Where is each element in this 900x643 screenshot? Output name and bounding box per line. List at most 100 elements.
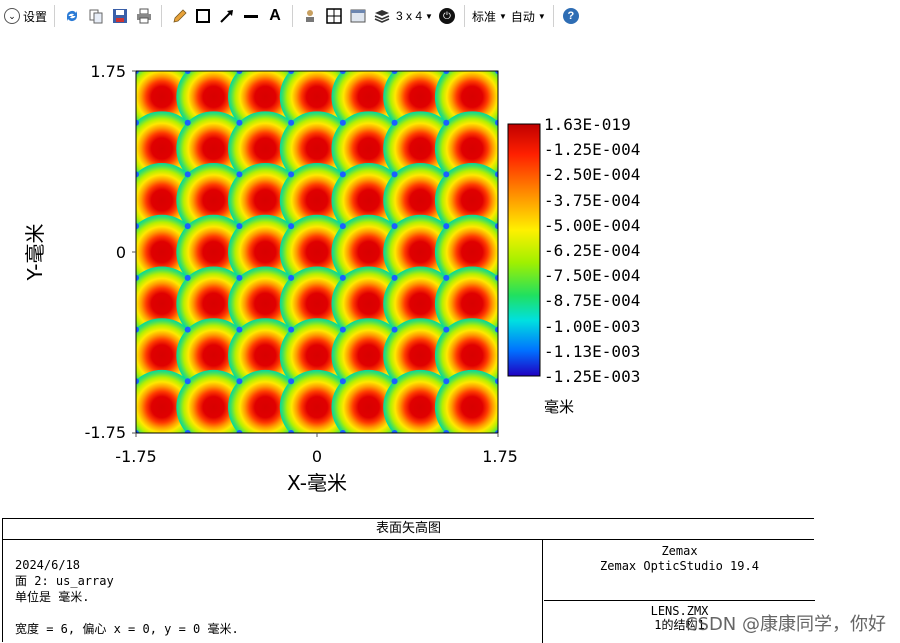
lattice-corner-dot <box>236 378 243 385</box>
lattice-corner-dot <box>443 171 450 178</box>
lattice-corner-dot <box>339 223 346 230</box>
colorbar-unit: 毫米 <box>544 398 574 416</box>
lattice-corner-dot <box>391 274 398 281</box>
colorbar-label: -7.50E-004 <box>544 266 640 285</box>
lattice-corner-dot <box>288 378 295 385</box>
toolbar-separator <box>161 5 163 27</box>
x-axis-title: X-毫米 <box>287 471 347 495</box>
standard-label: 标准 <box>471 9 496 24</box>
info-width: 宽度 = 6, 偏心 x = 0, y = 0 毫米. <box>15 622 239 636</box>
lattice-corner-dot <box>236 326 243 333</box>
lattice-corner-dot <box>236 223 243 230</box>
help-button[interactable]: ? <box>561 5 581 27</box>
lattice-corner-dot <box>339 119 346 126</box>
rectangle-tool-button[interactable] <box>193 5 213 27</box>
arrow-tool-button[interactable] <box>217 5 237 27</box>
standard-dropdown[interactable]: 标准 ▼ <box>472 5 507 27</box>
toolbar: ⌄ 设置 A 3 x 4 ▼ ⏻ 标准 ▼ 自动 ▼ ? <box>0 0 900 32</box>
caret-down-icon: ▼ <box>425 11 433 21</box>
lattice-corner-dot <box>391 378 398 385</box>
pencil-icon <box>173 9 187 23</box>
colorbar-label: -1.25E-004 <box>544 140 640 159</box>
lattice-corner-dot <box>184 378 191 385</box>
caret-down-icon: ▼ <box>537 11 546 21</box>
lattice-corner-dot <box>339 274 346 281</box>
colorbar-label: -8.75E-004 <box>544 291 640 310</box>
save-button[interactable] <box>110 5 130 27</box>
layers-button[interactable] <box>372 5 392 27</box>
lattice-corner-dot <box>339 378 346 385</box>
settings-button[interactable]: ⌄ 设置 <box>4 5 47 27</box>
lattice-corner-dot <box>443 223 450 230</box>
lattice-corner-dot <box>443 274 450 281</box>
lattice-corner-dot <box>184 119 191 126</box>
lattice-corner-dot <box>288 326 295 333</box>
rectangle-icon <box>196 9 211 23</box>
text-tool-icon: A <box>269 7 281 24</box>
lattice-corner-dot <box>391 119 398 126</box>
lattice-corner-dot <box>184 171 191 178</box>
layout-dropdown[interactable]: 3 x 4 ▼ <box>396 5 433 27</box>
lattice-corner-dot <box>391 171 398 178</box>
y-tick-label: 1.75 <box>90 62 126 81</box>
layers-icon <box>374 10 390 23</box>
lattice-corner-dot <box>443 119 450 126</box>
auto-dropdown[interactable]: 自动 ▼ <box>511 5 546 27</box>
y-tick-label: -1.75 <box>85 423 126 442</box>
zoom-fit-button[interactable] <box>324 5 344 27</box>
colorbar-label: 1.63E-019 <box>544 115 631 134</box>
toolbar-separator <box>463 5 465 27</box>
help-icon: ? <box>562 8 579 24</box>
lenslet-grid <box>136 71 498 433</box>
colorbar-label: -5.00E-004 <box>544 216 640 235</box>
lattice-corner-dot <box>391 223 398 230</box>
x-tick-label: 1.75 <box>482 447 518 466</box>
lattice-corner-dot <box>288 223 295 230</box>
line-tool-button[interactable] <box>241 5 261 27</box>
lattice-corner-dot <box>443 378 450 385</box>
info-date: 2024/6/18 <box>15 558 81 572</box>
sag-map-chart: 1.75 0 -1.75 -1.75 0 1.75 X-毫米 Y-毫米 1.63… <box>23 62 640 495</box>
caret-down-icon: ▼ <box>498 11 507 21</box>
colorbar-label: -1.13E-003 <box>544 342 640 361</box>
colorbar-labels: 1.63E-019 -1.25E-004 -2.50E-004 -3.75E-0… <box>544 115 640 386</box>
lattice-corner-dot <box>443 326 450 333</box>
colorbar-label: -6.25E-004 <box>544 241 640 260</box>
save-icon <box>113 9 128 23</box>
pencil-tool-button[interactable] <box>169 5 189 27</box>
lattice-corner-dot <box>339 326 346 333</box>
print-button[interactable] <box>134 5 154 27</box>
info-product: Zemax OpticStudio 19.4 <box>600 559 759 573</box>
settings-label: 设置 <box>23 9 48 24</box>
toolbar-separator <box>54 5 56 27</box>
arrow-icon <box>220 10 234 23</box>
window-button[interactable] <box>348 5 368 27</box>
colorbar-label: -1.25E-003 <box>544 367 640 386</box>
info-software: Zemax Zemax OpticStudio 19.4 <box>544 540 815 601</box>
chevron-down-icon: ⌄ <box>4 8 20 24</box>
power-icon: ⏻ <box>438 8 455 24</box>
refresh-button[interactable] <box>62 5 82 27</box>
copy-icon <box>89 9 103 24</box>
layout-label: 3 x 4 <box>396 9 423 23</box>
y-tick-label: 0 <box>116 243 126 262</box>
auto-label: 自动 <box>510 9 535 24</box>
colorbar-label: -3.75E-004 <box>544 191 640 210</box>
info-details: 2024/6/18 面 2: us_array 单位是 毫米. 宽度 = 6, … <box>3 540 543 643</box>
lattice-corner-dot <box>339 171 346 178</box>
lattice-corner-dot <box>184 274 191 281</box>
line-icon <box>244 15 259 18</box>
power-button[interactable]: ⏻ <box>437 5 457 27</box>
lattice-corner-dot <box>184 326 191 333</box>
text-tool-button[interactable]: A <box>265 5 285 27</box>
stamp-icon <box>306 10 315 22</box>
stamp-button[interactable] <box>300 5 320 27</box>
colorbar-label: -1.00E-003 <box>544 317 640 336</box>
info-company: Zemax <box>661 544 698 558</box>
lattice-corner-dot <box>288 274 295 281</box>
grid-icon <box>326 8 342 24</box>
copy-button[interactable] <box>86 5 106 27</box>
lattice-corner-dot <box>288 119 295 126</box>
x-tick-label: 0 <box>312 447 322 466</box>
colorbar <box>507 123 541 377</box>
